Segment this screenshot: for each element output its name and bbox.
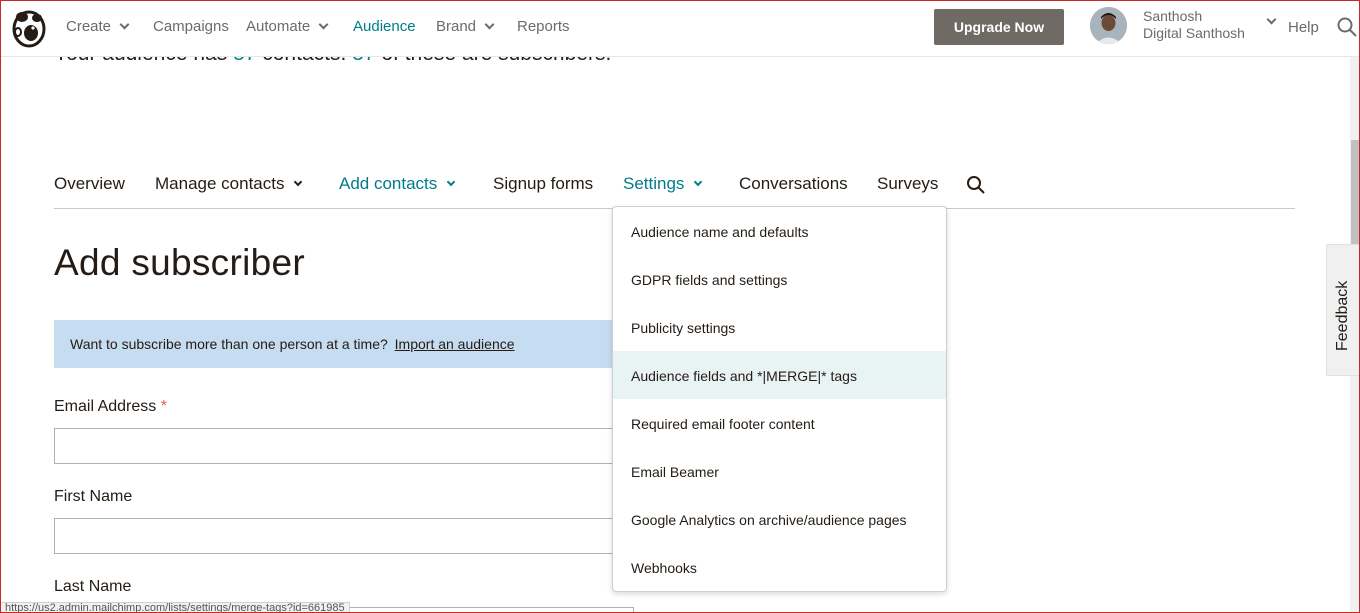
chevron-down-icon[interactable]: [1266, 14, 1277, 25]
settings-dropdown-menu: Audience name and defaults GDPR fields a…: [612, 206, 947, 592]
mailchimp-logo-icon[interactable]: [10, 8, 48, 48]
feedback-label: Feedback: [1334, 280, 1351, 351]
tab-signup-forms[interactable]: Signup forms: [493, 174, 593, 194]
tab-manage-contacts-label: Manage contacts: [155, 174, 285, 193]
tab-overview[interactable]: Overview: [54, 174, 125, 194]
tab-manage-contacts[interactable]: Manage contacts: [155, 174, 303, 194]
chevron-down-icon: [447, 177, 456, 187]
nav-campaigns[interactable]: Campaigns: [153, 18, 229, 35]
tab-conversations-label: Conversations: [739, 174, 848, 193]
banner-text: Want to subscribe more than one person a…: [70, 336, 388, 352]
search-icon[interactable]: [965, 174, 987, 196]
nav-create[interactable]: Create: [66, 18, 130, 35]
page-title: Add subscriber: [54, 242, 305, 283]
nav-brand-label: Brand: [436, 18, 477, 35]
tab-signup-forms-label: Signup forms: [493, 174, 594, 193]
tab-conversations[interactable]: Conversations: [739, 174, 848, 194]
nav-reports[interactable]: Reports: [517, 18, 570, 35]
tab-add-contacts[interactable]: Add contacts: [339, 174, 456, 194]
chevron-down-icon: [318, 19, 329, 30]
email-label-text: Email Address: [54, 398, 157, 415]
chevron-down-icon: [484, 19, 495, 30]
first-name-field[interactable]: [54, 518, 634, 554]
nav-create-label: Create: [66, 18, 112, 35]
last-name-label: Last Name: [54, 578, 132, 595]
feedback-tab[interactable]: Feedback: [1326, 244, 1360, 376]
nav-audience-label: Audience: [353, 18, 416, 35]
menu-item-audience-name-defaults[interactable]: Audience name and defaults: [613, 207, 946, 255]
nav-reports-label: Reports: [517, 18, 570, 35]
menu-item-email-beamer[interactable]: Email Beamer: [613, 447, 946, 495]
user-menu[interactable]: Santhosh Digital Santhosh: [1143, 8, 1245, 42]
tab-settings-label: Settings: [623, 174, 685, 193]
menu-item-google-analytics[interactable]: Google Analytics on archive/audience pag…: [613, 495, 946, 543]
import-banner: Want to subscribe more than one person a…: [54, 320, 634, 368]
email-label: Email Address *: [54, 398, 167, 416]
chevron-down-icon: [694, 177, 703, 187]
menu-item-gdpr-fields[interactable]: GDPR fields and settings: [613, 255, 946, 303]
menu-item-email-footer[interactable]: Required email footer content: [613, 399, 946, 447]
nav-campaigns-label: Campaigns: [153, 18, 229, 35]
chevron-down-icon: [119, 19, 130, 30]
user-photo-icon: [1090, 7, 1127, 44]
tab-overview-label: Overview: [54, 174, 125, 193]
user-org: Digital Santhosh: [1143, 25, 1245, 41]
menu-item-audience-fields-merge-tags[interactable]: Audience fields and *|MERGE|* tags: [613, 351, 946, 399]
nav-audience[interactable]: Audience: [353, 18, 416, 35]
email-field[interactable]: [54, 428, 634, 464]
tab-surveys[interactable]: Surveys: [877, 174, 938, 194]
browser-status-url: https://us2.admin.mailchimp.com/lists/se…: [0, 602, 350, 613]
import-audience-link[interactable]: Import an audience: [395, 336, 515, 352]
first-name-label: First Name: [54, 488, 133, 505]
tab-surveys-label: Surveys: [877, 174, 939, 193]
tab-add-contacts-label: Add contacts: [339, 174, 438, 193]
search-icon[interactable]: [1336, 16, 1358, 38]
avatar[interactable]: [1090, 7, 1127, 44]
tab-settings[interactable]: Settings: [623, 174, 703, 194]
menu-item-webhooks[interactable]: Webhooks: [613, 543, 946, 591]
nav-automate[interactable]: Automate: [246, 18, 329, 35]
help-link[interactable]: Help: [1288, 19, 1319, 36]
scrollbar-thumb[interactable]: [1351, 140, 1359, 244]
nav-automate-label: Automate: [246, 18, 311, 35]
menu-item-publicity-settings[interactable]: Publicity settings: [613, 303, 946, 351]
top-navigation: Create Campaigns Automate Audience Brand…: [0, 0, 1360, 57]
upgrade-now-button[interactable]: Upgrade Now: [934, 9, 1064, 45]
user-name: Santhosh: [1143, 8, 1203, 24]
required-marker: *: [160, 398, 167, 415]
chevron-down-icon: [294, 177, 303, 187]
nav-brand[interactable]: Brand: [436, 18, 495, 35]
